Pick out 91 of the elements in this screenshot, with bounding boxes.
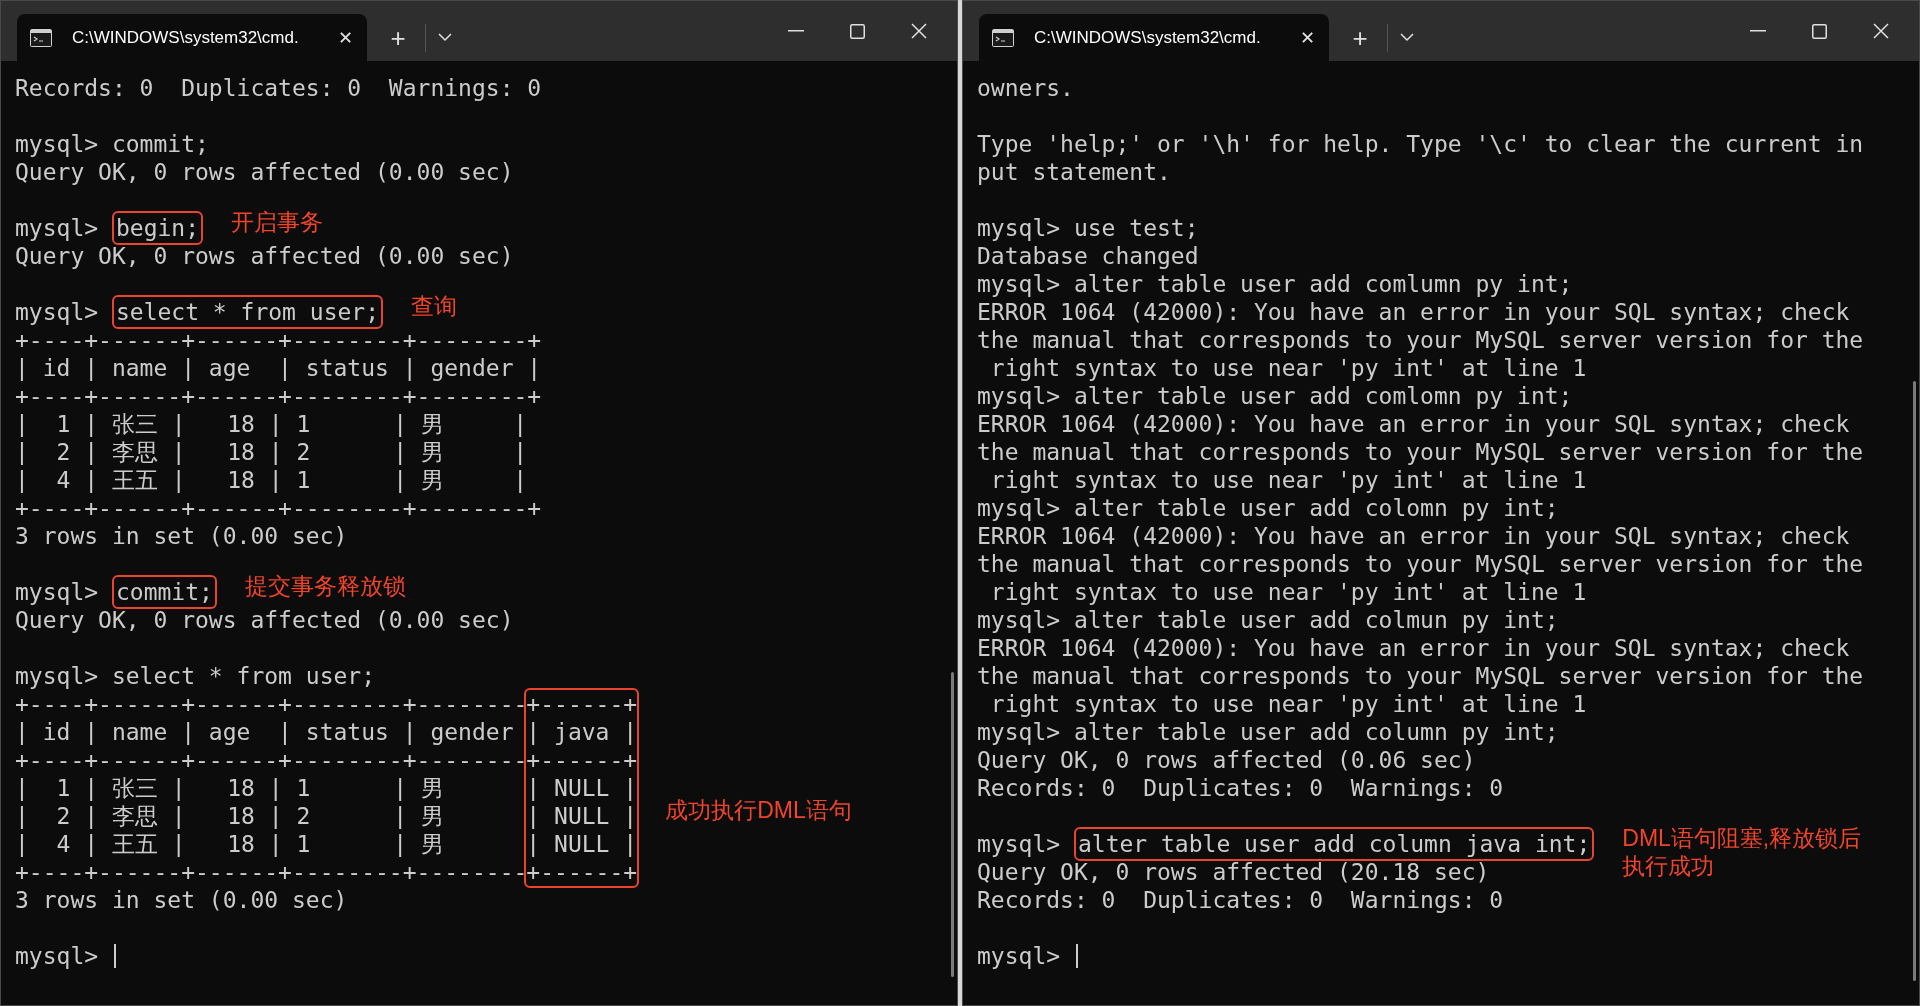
terminal-line: the manual that corresponds to your MySQL server version for the — [977, 326, 1864, 354]
terminal-line: mysql> alter table user add comlumn py int; — [977, 270, 1573, 298]
terminal-line: mysql> — [15, 298, 100, 326]
terminal-line: mysql> select * from user; — [15, 662, 376, 690]
terminal-icon — [30, 28, 52, 47]
terminal-line: right syntax to use near 'py int' at line 1 — [989, 578, 1587, 606]
terminal-line: | 2 | 李思 | 18 | 2 | 男 | — [15, 438, 528, 466]
terminal-line: | id | name | age | status | gender — [15, 718, 515, 746]
maximize-icon[interactable] — [1812, 23, 1827, 39]
annotation-note: 成功执行DML语句 — [665, 796, 852, 824]
terminal-line: ERROR 1064 (42000): You have an error in your SQL syntax; check — [977, 634, 1850, 662]
terminal-line: mysql> — [15, 214, 100, 242]
terminal-line: right syntax to use near 'py int' at line 1 — [989, 466, 1587, 494]
terminal-line: 3 rows in set (0.00 sec) — [15, 522, 348, 550]
terminal-line: Query OK, 0 rows affected (0.06 sec) — [977, 746, 1476, 774]
terminal-line: mysql> alter table user add colmun py int; — [977, 606, 1559, 634]
terminal-line: mysql> commit; — [15, 130, 209, 158]
terminal-line: the manual that corresponds to your MySQL server version for the — [977, 438, 1864, 466]
chevron-down-icon[interactable] — [1400, 33, 1414, 42]
scrollbar-thumb[interactable] — [1912, 381, 1916, 981]
terminal-line: Query OK, 0 rows affected (0.00 sec) — [15, 242, 514, 270]
terminal-line: +----+------+------+--------+--------+ — [15, 326, 542, 354]
annotation-note: 开启事务 — [231, 208, 324, 236]
terminal-line: | java | — [526, 718, 638, 746]
terminal-line: Query OK, 0 rows affected (0.00 sec) — [15, 606, 514, 634]
terminal-line: mysql> alter table user add colomn py int; — [977, 494, 1559, 522]
terminal-line: Records: 0 Duplicates: 0 Warnings: 0 — [977, 886, 1504, 914]
terminal-line: | 2 | 李思 | 18 | 2 | 男 — [15, 802, 446, 830]
terminal-line: mysql> use test; — [977, 214, 1199, 242]
annotation-note: 查询 — [411, 292, 458, 320]
terminal-line: mysql> — [977, 942, 1062, 970]
terminal-line: right syntax to use near 'py int' at line 1 — [989, 690, 1587, 718]
highlighted-command: alter table user add column java int; — [1073, 827, 1595, 861]
tab-title: C:\WINDOWS\system32\cmd. — [1034, 26, 1262, 49]
terminal-line: Database changed — [977, 242, 1199, 270]
maximize-icon[interactable] — [850, 23, 865, 39]
terminal-line: ERROR 1064 (42000): You have an error in your SQL syntax; check — [977, 298, 1850, 326]
annotation-note: 执行成功 — [1622, 852, 1716, 880]
terminal-line: | 1 | 张三 | 18 | 1 | 男 — [15, 774, 446, 802]
terminal-line: mysql> alter table user add column py int; — [977, 718, 1559, 746]
close-icon[interactable] — [1873, 23, 1889, 39]
terminal-line: mysql> alter table user add comlomn py int; — [977, 382, 1573, 410]
terminal-line: Type 'help;' or '\h' for help. Type '\c' to clear the current in — [977, 130, 1864, 158]
close-icon[interactable] — [911, 23, 927, 39]
terminal-line: mysql> — [977, 830, 1062, 858]
annotation-note: 提交事务释放锁 — [244, 572, 406, 600]
terminal-line: the manual that corresponds to your MySQL server version for the — [977, 550, 1864, 578]
terminal-tab[interactable]: C:\WINDOWS\system32\cmd. ✕ — [979, 14, 1329, 61]
annotation-note: DML语句阻塞,释放锁后 — [1622, 824, 1862, 852]
terminal-icon — [992, 28, 1014, 47]
terminal-line: | id | name | age | status | gender | — [15, 354, 542, 382]
terminal-line: +----+------+------+--------+--------+ — [15, 494, 542, 522]
terminal-line: ERROR 1064 (42000): You have an error in your SQL syntax; check — [977, 410, 1850, 438]
terminal-line: +----+------+------+--------+-------- — [15, 746, 528, 774]
new-tab-button[interactable]: + — [1345, 24, 1375, 51]
highlighted-command: select * from user; — [111, 295, 384, 329]
terminal-line: +----+------+------+--------+-------- — [15, 690, 528, 718]
terminal-line: +----+------+------+--------+--------+ — [15, 382, 542, 410]
terminal-line: ERROR 1064 (42000): You have an error in your SQL syntax; check — [977, 522, 1850, 550]
terminal-line: 3 rows in set (0.00 sec) — [15, 886, 348, 914]
tab-title: C:\WINDOWS\system32\cmd. — [72, 26, 300, 49]
terminal-line: | 4 | 王五 | 18 | 1 | 男 | — [15, 466, 528, 494]
terminal-line: | NULL | — [526, 774, 638, 802]
minimize-icon[interactable] — [1750, 30, 1766, 32]
new-tab-button[interactable]: + — [383, 24, 413, 51]
terminal-line: Records: 0 Duplicates: 0 Warnings: 0 — [15, 74, 542, 102]
minimize-icon[interactable] — [788, 30, 804, 32]
close-tab-button[interactable]: ✕ — [1300, 28, 1315, 47]
terminal-line: the manual that corresponds to your MySQL server version for the — [977, 662, 1864, 690]
terminal-line: owners. — [977, 74, 1074, 102]
terminal-line: mysql> — [15, 578, 100, 606]
terminal-line: | NULL | — [526, 802, 638, 830]
terminal-line: put statement. — [977, 158, 1171, 186]
terminal-line: Query OK, 0 rows affected (20.18 sec) — [977, 858, 1490, 886]
terminal-line: +------+ — [526, 858, 638, 886]
terminal-tab[interactable]: C:\WINDOWS\system32\cmd. ✕ — [17, 14, 367, 61]
terminal-line: | 4 | 王五 | 18 | 1 | 男 — [15, 830, 446, 858]
terminal-line: Records: 0 Duplicates: 0 Warnings: 0 — [977, 774, 1504, 802]
terminal-line: | 1 | 张三 | 18 | 1 | 男 | — [15, 410, 528, 438]
terminal-line: +------+ — [526, 690, 638, 718]
scrollbar-thumb[interactable] — [950, 672, 954, 977]
close-tab-button[interactable]: ✕ — [338, 28, 353, 47]
chevron-down-icon[interactable] — [438, 33, 452, 42]
terminal-line: Query OK, 0 rows affected (0.00 sec) — [15, 158, 514, 186]
terminal-line: right syntax to use near 'py int' at line 1 — [989, 354, 1587, 382]
terminal-line: +------+ — [526, 746, 638, 774]
terminal-line: | NULL | — [526, 830, 638, 858]
terminal-line: +----+------+------+--------+-------- — [15, 858, 528, 886]
terminal-line: mysql> — [15, 942, 100, 970]
highlighted-command: commit; — [111, 575, 217, 609]
highlighted-command: begin; — [111, 211, 204, 245]
